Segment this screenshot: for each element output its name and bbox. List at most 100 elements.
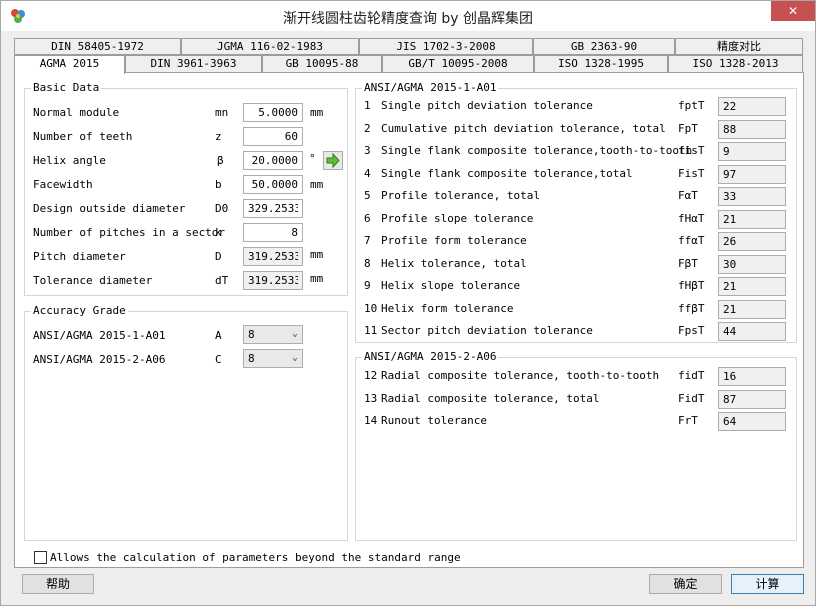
tolerance-name: Single flank composite tolerance,total <box>381 166 633 180</box>
convert-arrow-button[interactable] <box>323 151 343 170</box>
tolerance-value: 9 <box>718 142 786 161</box>
tolerance-value: 30 <box>718 254 786 274</box>
pitch-diameter-unit: mm <box>310 248 324 261</box>
normal-module-input[interactable] <box>243 103 303 122</box>
basic-data-title: Basic Data <box>31 81 102 94</box>
a06-title: ANSI/AGMA 2015-2-A06 <box>362 350 499 363</box>
design-outside-diameter-symbol: D0 <box>215 202 229 215</box>
tolerance-diameter-symbol: dT <box>215 274 229 287</box>
tab-gb-2363[interactable]: GB 2363-90 <box>533 38 675 55</box>
pitches-in-sector-label: Number of pitches in a sector <box>33 226 226 239</box>
tolerance-name: Single pitch deviation tolerance <box>381 99 593 112</box>
tolerance-value: 33 <box>718 187 786 206</box>
tolerance-symbol: fptT <box>678 99 705 112</box>
tab-accuracy-compare[interactable]: 精度对比 <box>675 38 803 55</box>
close-button[interactable]: ✕ <box>771 1 815 21</box>
pitch-diameter-symbol: D <box>215 250 222 263</box>
accuracy-grade-group: Accuracy Grade ANSI/AGMA 2015-1-A01 A 8 … <box>24 304 348 541</box>
tolerance-value: 87 <box>718 389 786 409</box>
tab-agma-2015[interactable]: AGMA 2015 <box>14 55 125 74</box>
tolerance-index: 7 <box>364 234 371 247</box>
chevron-down-icon: ⌄ <box>291 352 298 363</box>
grade-a06-value: 8 <box>248 352 255 365</box>
grade-a06-select[interactable]: 8 ⌄ <box>243 349 303 368</box>
normal-module-label: Normal module <box>33 106 120 119</box>
window-title: 渐开线圆柱齿轮精度查询 by 创晶辉集团 <box>282 11 534 27</box>
tab-gbt-10095-2008[interactable]: GB/T 10095-2008 <box>382 55 534 73</box>
help-button[interactable]: 帮助 <box>22 574 94 594</box>
facewidth-symbol: b <box>215 178 222 191</box>
number-of-teeth-symbol: z <box>215 130 222 143</box>
tab-jgma-116[interactable]: JGMA 116-02-1983 <box>181 38 359 55</box>
tab-din-58405[interactable]: DIN 58405-1972 <box>14 38 181 55</box>
grade-a01-select[interactable]: 8 ⌄ <box>243 325 303 344</box>
tolerance-name: Sector pitch deviation tolerance <box>381 324 593 337</box>
tolerance-index: 5 <box>364 189 371 202</box>
tolerance-index: 9 <box>364 279 371 292</box>
number-of-teeth-input[interactable] <box>243 127 303 146</box>
tolerance-symbol: FisT <box>678 166 705 180</box>
normal-module-symbol: mn <box>215 106 229 119</box>
tolerance-symbol: FrT <box>678 414 698 427</box>
tolerance-index: 10 <box>364 301 378 315</box>
tab-iso-1328-2013[interactable]: ISO 1328-2013 <box>668 55 803 73</box>
tolerance-diameter-unit: mm <box>310 272 324 285</box>
tolerance-value: 44 <box>718 322 786 341</box>
ok-button[interactable]: 确定 <box>649 574 722 594</box>
tab-iso-1328-1995[interactable]: ISO 1328-1995 <box>534 55 668 73</box>
tolerance-name: Helix slope tolerance <box>381 279 521 292</box>
tolerance-value: 64 <box>718 412 786 431</box>
agma-2015-page: Basic Data Normal module mn mm Number of… <box>14 72 804 568</box>
tolerance-symbol: fHβT <box>678 279 705 292</box>
tolerance-diameter-label: Tolerance diameter <box>33 274 153 287</box>
tolerance-symbol: FidT <box>678 391 705 405</box>
tolerance-name: Helix form tolerance <box>381 301 514 315</box>
calculate-button[interactable]: 计算 <box>731 574 804 594</box>
tolerance-value: 26 <box>718 232 786 251</box>
allow-beyond-range-checkbox[interactable] <box>34 551 47 564</box>
tolerance-name: Runout tolerance <box>381 414 487 427</box>
tolerance-index: 13 <box>364 391 378 405</box>
tolerance-name: Radial composite tolerance, tooth-to-too… <box>381 369 660 382</box>
tolerance-value: 21 <box>718 299 786 319</box>
tab-jis-1702[interactable]: JIS 1702-3-2008 <box>359 38 533 55</box>
design-outside-diameter-label: Design outside diameter <box>33 202 186 215</box>
tolerance-index: 14 <box>364 414 378 427</box>
tolerance-index: 8 <box>364 256 371 270</box>
tolerance-index: 3 <box>364 144 371 157</box>
tolerance-symbol: ffαT <box>678 234 705 247</box>
tolerance-index: 12 <box>364 369 378 382</box>
a01-tolerance-group: ANSI/AGMA 2015-1-A01 1 Single pitch devia… <box>355 81 797 343</box>
tolerance-diameter-value <box>243 271 303 290</box>
arrow-right-icon <box>326 152 340 169</box>
design-outside-diameter-input[interactable] <box>243 199 303 218</box>
facewidth-unit: mm <box>310 178 324 191</box>
tolerance-symbol: FpsT <box>678 324 705 337</box>
helix-angle-label: Helix angle <box>33 154 106 167</box>
chevron-down-icon: ⌄ <box>291 328 298 339</box>
tolerance-name: Profile tolerance, total <box>381 189 540 202</box>
basic-data-group: Basic Data Normal module mn mm Number of… <box>24 81 348 296</box>
number-of-teeth-label: Number of teeth <box>33 130 133 143</box>
tolerance-name: Radial composite tolerance, total <box>381 391 600 405</box>
tolerance-value: 88 <box>718 119 786 139</box>
helix-angle-input[interactable] <box>243 151 303 170</box>
app-window: 渐开线圆柱齿轮精度查询 by 创晶辉集团 ✕ DIN 58405-1972 JG… <box>0 0 816 606</box>
a06-tolerance-group: ANSI/AGMA 2015-2-A06 12 Radial composite … <box>355 350 797 541</box>
grade-a06-label: ANSI/AGMA 2015-2-A06 <box>33 353 166 366</box>
pitches-in-sector-symbol: k <box>215 226 222 239</box>
tab-gb-10095-88[interactable]: GB 10095-88 <box>262 55 382 73</box>
allow-beyond-range-label: Allows the calculation of parameters bey… <box>50 551 461 564</box>
tolerance-index: 4 <box>364 166 371 180</box>
tolerance-index: 11 <box>364 324 378 337</box>
facewidth-input[interactable] <box>243 175 303 194</box>
tolerance-name: Profile form tolerance <box>381 234 527 247</box>
pitch-diameter-value <box>243 247 303 266</box>
facewidth-label: Facewidth <box>33 178 93 191</box>
tolerance-symbol: ffβT <box>678 301 705 315</box>
normal-module-unit: mm <box>310 106 324 119</box>
accuracy-grade-title: Accuracy Grade <box>31 304 128 317</box>
tab-din-3961[interactable]: DIN 3961-3963 <box>125 55 262 73</box>
pitches-in-sector-input[interactable] <box>243 223 303 242</box>
tolerance-symbol: fHαT <box>678 211 705 225</box>
